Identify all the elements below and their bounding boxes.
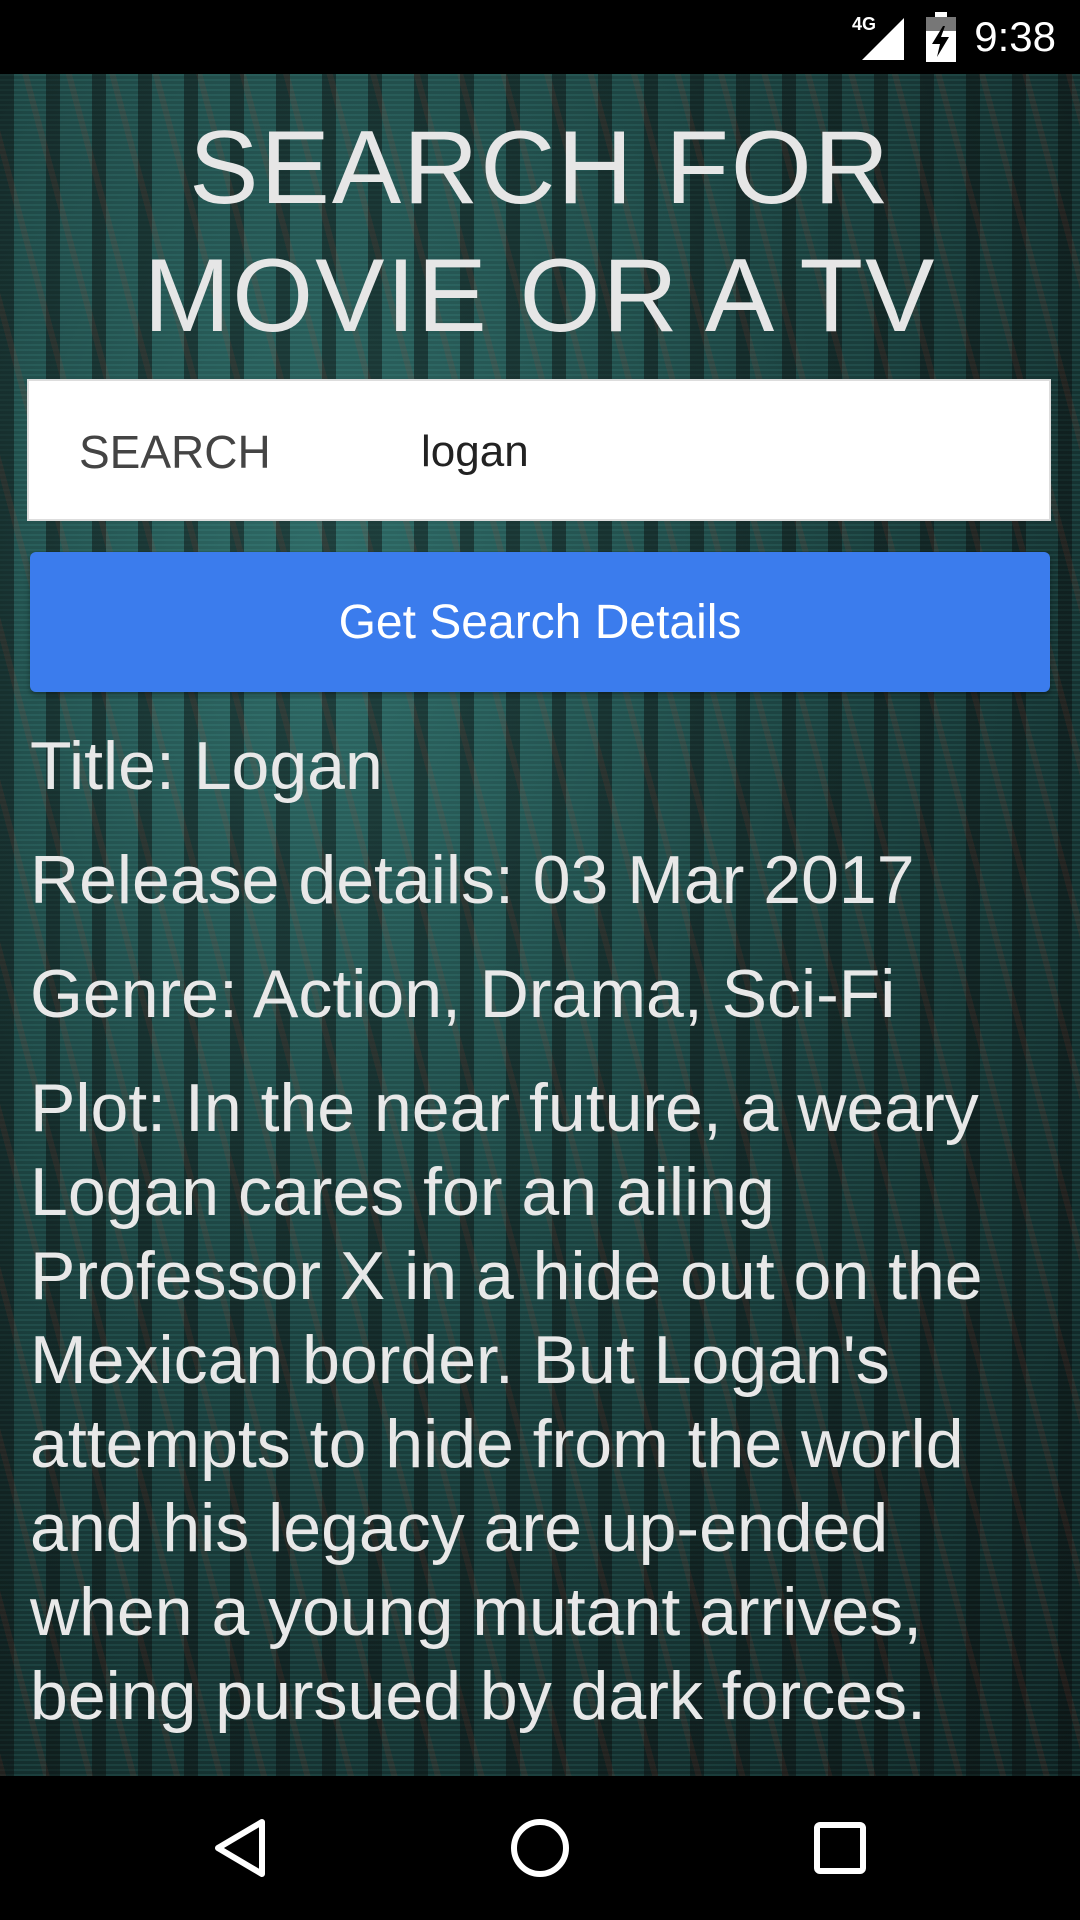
status-time: 9:38 (974, 13, 1056, 60)
search-results: Title: Logan Release details: 03 Mar 201… (30, 724, 1060, 1738)
status-bar: 4G 9:38 (0, 0, 1080, 74)
battery-charging-icon (926, 12, 957, 62)
search-label: SEARCH (79, 426, 271, 478)
back-button[interactable] (160, 1776, 320, 1920)
recents-button[interactable] (760, 1776, 920, 1920)
back-icon (215, 1819, 265, 1877)
screen: 4G 9:38 SEARCH FOR MOVIE OR A TV SHOW SE… (0, 0, 1080, 1920)
search-input[interactable] (419, 401, 1023, 503)
recents-icon (814, 1822, 866, 1874)
network-type-label: 4G (852, 14, 876, 34)
app-content: SEARCH FOR MOVIE OR A TV SHOW SEARCH Get… (0, 74, 1080, 1776)
result-release-details: Release details: 03 Mar 2017 (30, 842, 915, 918)
status-icons: 4G 9:38 (852, 0, 1056, 74)
home-icon (511, 1819, 569, 1877)
get-search-details-button[interactable]: Get Search Details (30, 552, 1050, 692)
result-title: Title: Logan (30, 728, 383, 804)
result-genre: Genre: Action, Drama, Sci-Fi (30, 956, 896, 1032)
result-plot: Plot: In the near future, a weary Logan … (30, 1070, 983, 1734)
search-box: SEARCH (27, 379, 1051, 521)
home-button[interactable] (460, 1776, 620, 1920)
navigation-bar (0, 1776, 1080, 1920)
signal-icon: 4G (852, 14, 905, 60)
